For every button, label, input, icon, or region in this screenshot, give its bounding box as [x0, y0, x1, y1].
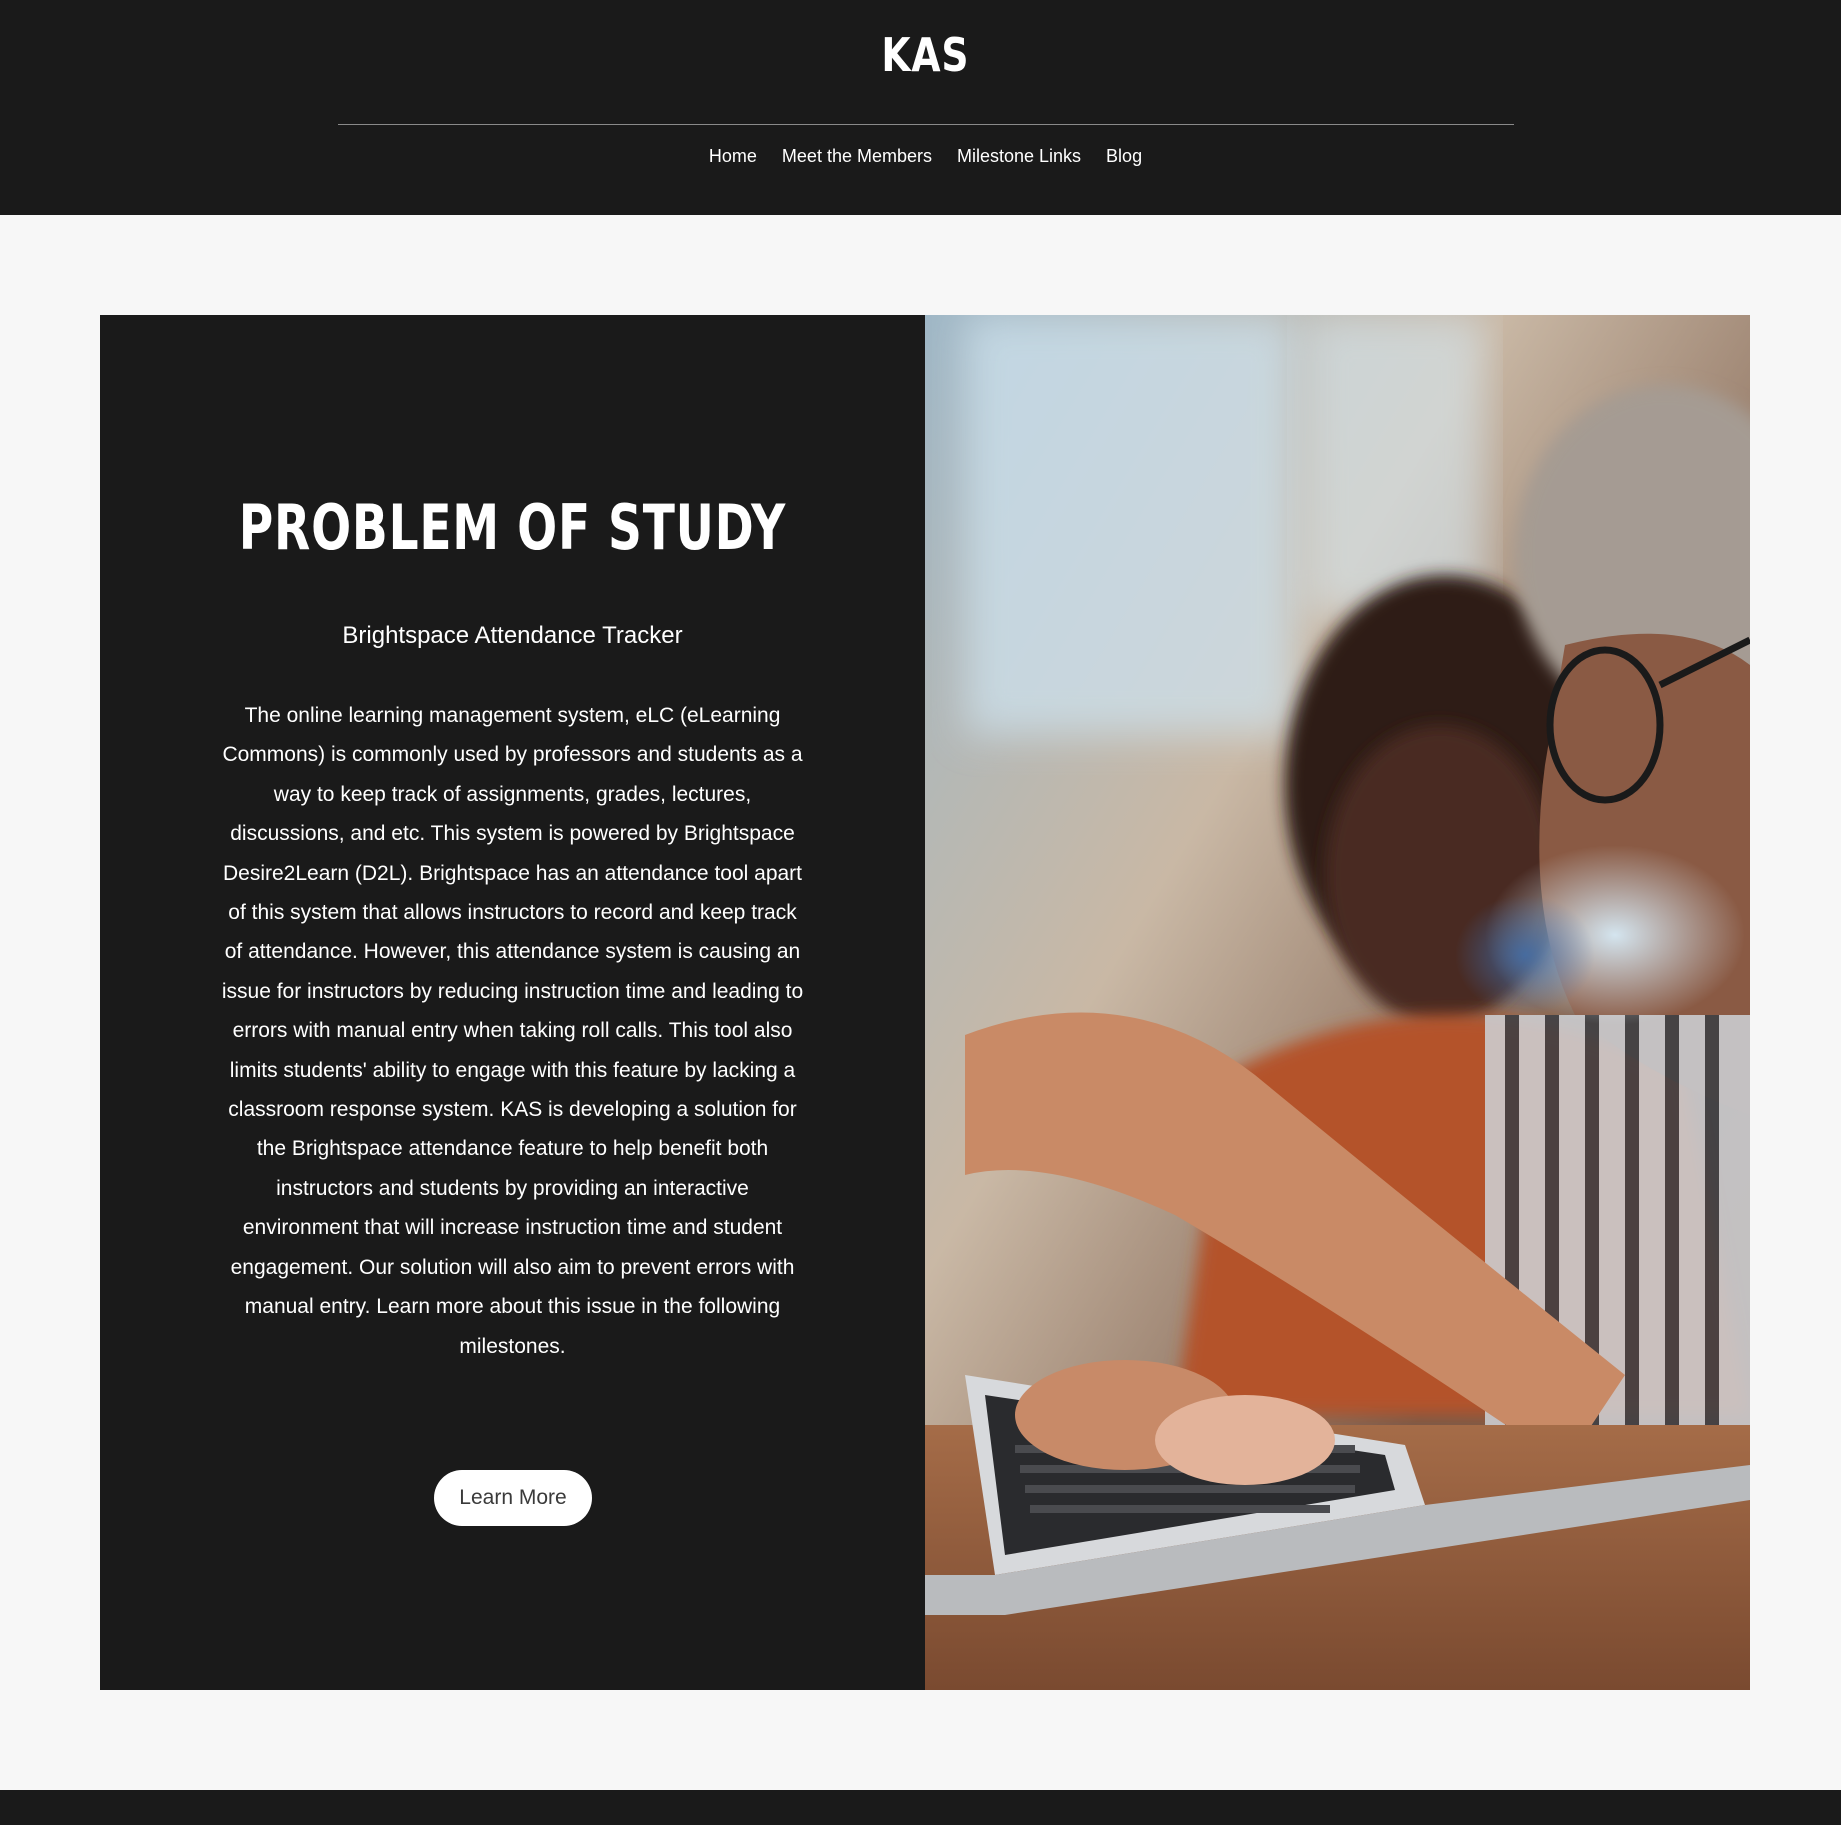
nav-item-meet-the-members[interactable]: Meet the Members	[782, 146, 932, 167]
photo-illustration	[925, 315, 1750, 1690]
section-body-text: The online learning management system, e…	[221, 704, 804, 1358]
site-title[interactable]: KAS	[167, 28, 1685, 82]
footer-bar	[0, 1790, 1841, 1825]
site-header: KAS Home Meet the Members Milestone Link…	[0, 0, 1841, 215]
students-laptop-photo	[925, 315, 1750, 1690]
problem-panel: PROBLEM OF STUDY Brightspace Attendance …	[100, 315, 925, 1690]
section-heading: PROBLEM OF STUDY	[238, 491, 787, 564]
section-subheading: Brightspace Attendance Tracker	[342, 622, 683, 649]
nav-item-home[interactable]: Home	[709, 146, 757, 167]
learn-more-button[interactable]: Learn More	[434, 1470, 592, 1526]
nav-item-blog[interactable]: Blog	[1106, 146, 1142, 167]
nav-item-milestone-links[interactable]: Milestone Links	[957, 146, 1081, 167]
header-divider	[338, 124, 1514, 125]
main-nav: Home Meet the Members Milestone Links Bl…	[0, 146, 1841, 167]
